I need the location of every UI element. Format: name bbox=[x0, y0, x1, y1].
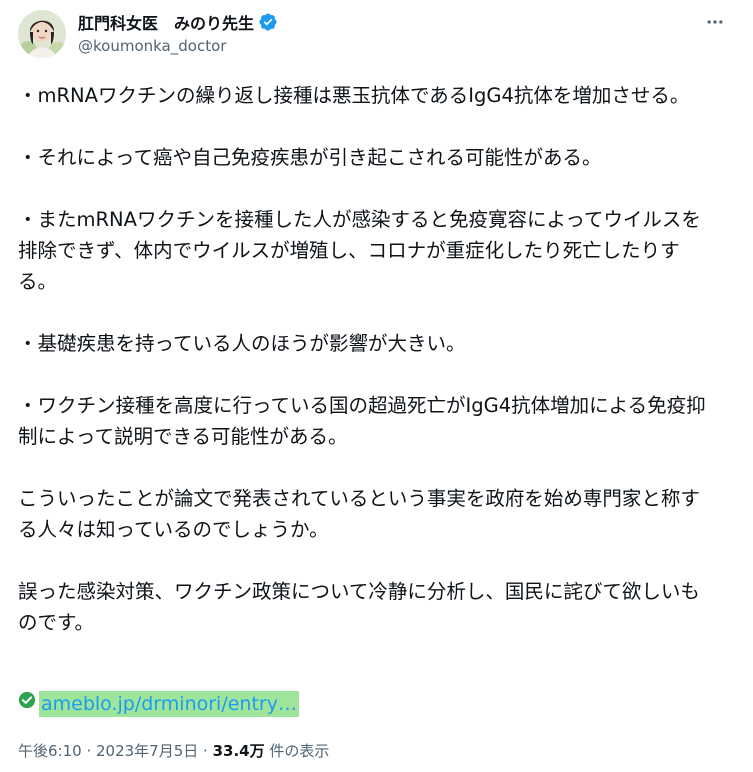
tweet-time[interactable]: 午後6:10 bbox=[18, 742, 82, 760]
tweet-paragraph: 誤った感染対策、ワクチン政策について冷静に分析し、国民に詫びて欲しいものです。 bbox=[18, 580, 700, 634]
tweet-paragraph: こういったことが論文で発表されているという事実を政府を始め専門家と称する人々は知… bbox=[18, 487, 700, 541]
display-name-row: 肛門科女医 みのり先生 bbox=[78, 11, 278, 33]
views-label: 件の表示 bbox=[264, 742, 330, 760]
meta-separator: · bbox=[81, 742, 96, 760]
external-link[interactable]: ameblo.jp/drminori/entry… bbox=[39, 691, 299, 717]
tweet-paragraph: ・基礎疾患を持っている人のほうが影響が大きい。 bbox=[18, 332, 466, 355]
more-horizontal-icon bbox=[707, 20, 723, 24]
author-handle[interactable]: @koumonka_doctor bbox=[78, 37, 278, 55]
tweet-paragraph: ・またmRNAワクチンを接種した人が感染すると免疫寛容によってウイルスを排除でき… bbox=[18, 208, 701, 293]
tweet-text: ・mRNAワクチンの繰り返し接種は悪玉抗体であるIgG4抗体を増加させる。 ・そ… bbox=[18, 80, 718, 669]
tweet-meta: 午後6:10 · 2023年7月5日 · 33.4万 件の表示 bbox=[18, 740, 329, 761]
tweet-paragraph: ・ワクチン接種を高度に行っている国の超過死亡がIgG4抗体増加による免疫抑制によ… bbox=[18, 394, 706, 448]
check-circle-icon bbox=[18, 691, 36, 709]
tweet-paragraph: ・mRNAワクチンの繰り返し接種は悪玉抗体であるIgG4抗体を増加させる。 bbox=[18, 84, 690, 107]
author-names: 肛門科女医 みのり先生 @koumonka_doctor bbox=[78, 11, 278, 55]
tweet-date[interactable]: 2023年7月5日 bbox=[96, 742, 198, 760]
verified-badge-icon[interactable] bbox=[258, 12, 278, 32]
tweet-header: 肛門科女医 みのり先生 @koumonka_doctor bbox=[18, 6, 735, 60]
meta-separator: · bbox=[198, 742, 213, 760]
display-name[interactable]: 肛門科女医 みのり先生 bbox=[78, 10, 254, 34]
avatar[interactable] bbox=[18, 10, 66, 58]
more-options-button[interactable] bbox=[701, 8, 729, 36]
views-count[interactable]: 33.4万 bbox=[213, 742, 265, 760]
tweet-paragraph: ・それによって癌や自己免疫疾患が引き起こされる可能性がある。 bbox=[18, 146, 602, 169]
link-row: ameblo.jp/drminori/entry… bbox=[18, 690, 299, 718]
